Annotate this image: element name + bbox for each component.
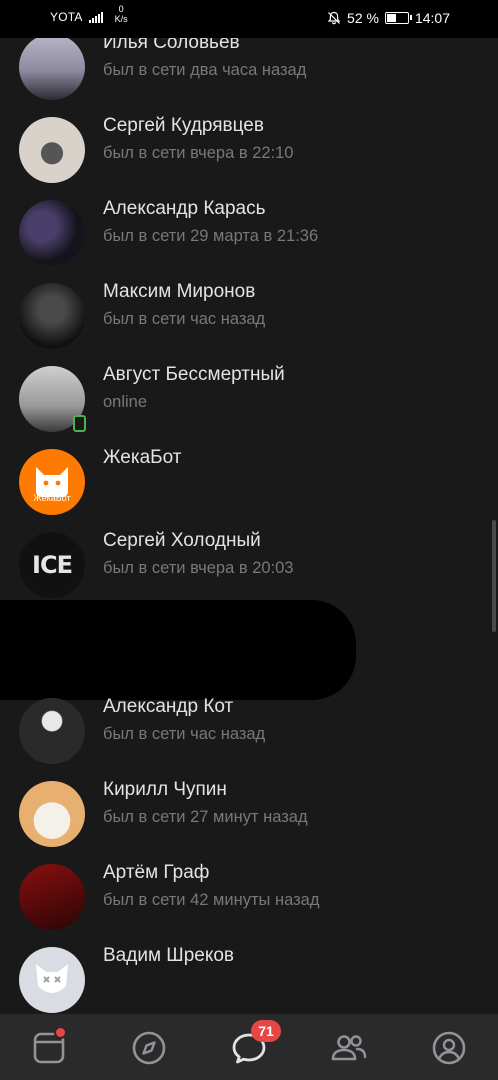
signal-icon <box>88 11 103 23</box>
avatar[interactable] <box>19 864 85 930</box>
avatar[interactable] <box>19 781 85 847</box>
contact-name: Артём Граф <box>103 862 210 883</box>
contact-name: Александр Кот <box>103 696 234 717</box>
friends-icon <box>331 1035 367 1061</box>
tab-explore[interactable] <box>129 1028 169 1068</box>
contact-name: Август Бессмертный <box>103 364 285 385</box>
avatar[interactable] <box>19 283 85 349</box>
contact-row[interactable]: Август Бессмертный online <box>0 350 498 433</box>
contact-status: был в сети вчера в 22:10 <box>103 144 294 162</box>
contact-name: Сергей Кудрявцев <box>103 115 264 136</box>
contact-list[interactable]: Илья Соловьев был в сети два часа назад … <box>0 38 498 1014</box>
avatar-label: ICE <box>32 551 73 579</box>
contact-name: Сергей Холодный <box>103 530 261 551</box>
avatar-label: ЖекаБот <box>33 493 71 503</box>
dog-face-icon <box>36 964 68 993</box>
avatar[interactable] <box>19 698 85 764</box>
contact-row[interactable]: Сергей Кудрявцев был в сети вчера в 22:1… <box>0 101 498 184</box>
avatar[interactable]: ЖекаБот <box>19 449 85 515</box>
contact-status: был в сети 27 минут назад <box>103 808 308 826</box>
contact-row[interactable]: Максим Миронов был в сети час назад <box>0 267 498 350</box>
avatar[interactable] <box>19 117 85 183</box>
tab-news[interactable] <box>29 1026 69 1068</box>
tab-profile[interactable] <box>429 1028 469 1068</box>
network-speed: 0 K/s <box>115 4 128 24</box>
contact-name: Александр Карась <box>103 198 266 219</box>
contact-name: Кирилл Чупин <box>103 779 227 800</box>
contact-status: был в сети два часа назад <box>103 61 307 79</box>
contact-name: Вадим Шреков <box>103 945 235 966</box>
contact-status: был в сети час назад <box>103 310 266 328</box>
contact-row[interactable]: Илья Соловьев был в сети два часа назад <box>0 38 498 101</box>
contact-status: был в сети 42 минуты назад <box>103 891 320 909</box>
contact-name: ЖекаБот <box>103 447 182 468</box>
avatar[interactable] <box>19 38 85 100</box>
tab-messages[interactable]: 71 <box>229 1020 281 1068</box>
contact-row[interactable]: Артём Граф был в сети 42 минуты назад <box>0 848 498 931</box>
contact-row[interactable]: Кирилл Чупин был в сети 27 минут назад <box>0 765 498 848</box>
contact-name: Максим Миронов <box>103 281 256 302</box>
avatar[interactable]: ICE <box>19 532 85 598</box>
battery-icon <box>384 12 412 24</box>
contact-status: был в сети 29 марта в 21:36 <box>103 227 319 245</box>
carrier-label: YOTA <box>50 10 83 24</box>
avatar[interactable] <box>19 947 85 1013</box>
battery-percent: 52 % <box>347 10 379 26</box>
avatar[interactable] <box>19 200 85 266</box>
contact-row[interactable]: ЖекаБот ЖекаБот <box>0 433 498 516</box>
status-bar: YOTA 0 K/s 52 % 14:07 <box>0 0 498 38</box>
notification-dot <box>54 1026 67 1039</box>
bottom-tab-bar: 71 <box>0 1014 498 1080</box>
contact-name: Илья Соловьев <box>103 38 240 53</box>
contact-status: online <box>103 393 148 411</box>
scrollbar[interactable] <box>492 520 496 632</box>
explore-compass-icon <box>132 1031 166 1065</box>
unread-badge: 71 <box>251 1020 281 1042</box>
mobile-online-icon <box>73 415 86 432</box>
tab-friends[interactable] <box>329 1028 369 1068</box>
profile-icon <box>432 1031 466 1065</box>
contact-row[interactable]: Александр Кот был в сети час назад <box>0 682 498 765</box>
network-speed-unit: K/s <box>114 14 128 24</box>
contact-row[interactable]: Александр Карась был в сети 29 марта в 2… <box>0 184 498 267</box>
network-speed-value: 0 <box>118 4 124 14</box>
contact-status: был в сети час назад <box>103 725 266 743</box>
clock: 14:07 <box>414 10 450 26</box>
contact-status: был в сети вчера в 20:03 <box>103 559 294 577</box>
contact-row[interactable]: Вадим Шреков <box>0 931 498 1014</box>
contact-row[interactable]: ICE Сергей Холодный был в сети вчера в 2… <box>0 516 498 599</box>
mute-bell-icon <box>327 11 341 25</box>
